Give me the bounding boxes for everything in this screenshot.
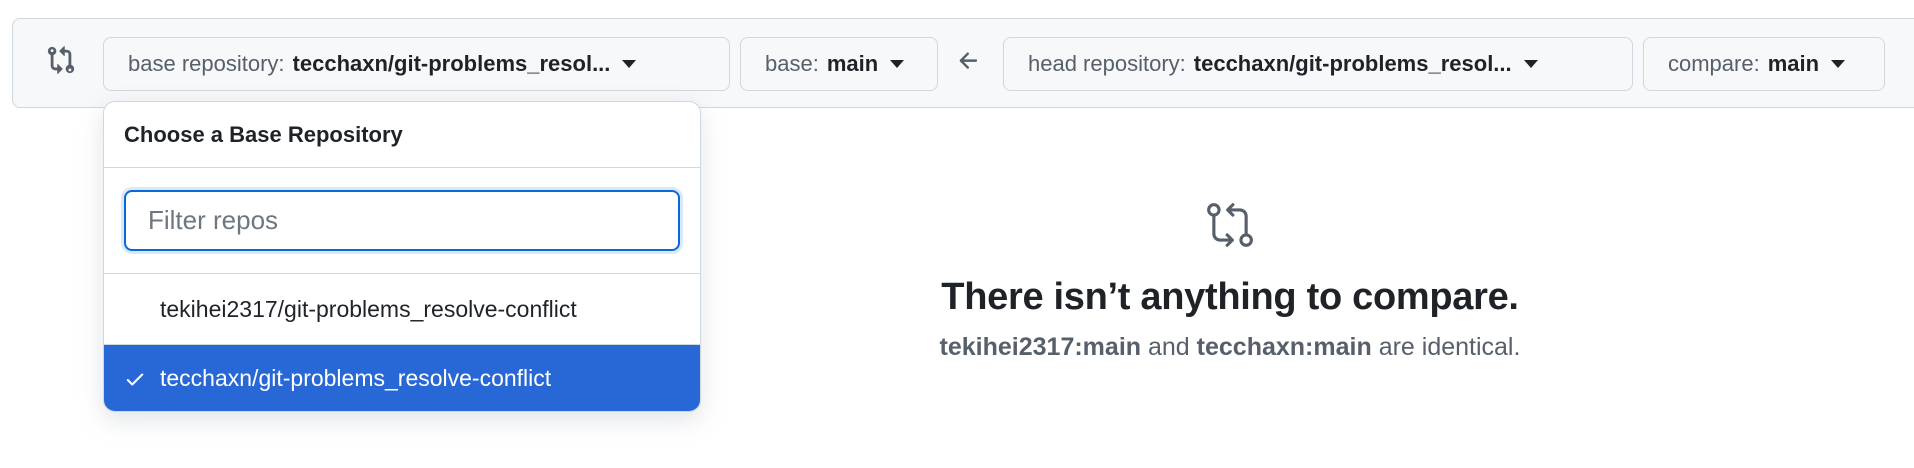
menu-item-repo-selected[interactable]: tecchaxn/git-problems_resolve-conflict: [104, 344, 700, 411]
blankslate: There isn’t anything to compare. tekihei…: [850, 200, 1610, 362]
suffix-text: are identical.: [1378, 333, 1521, 361]
base-branch-prefix: base:: [765, 51, 819, 76]
connector-text: and: [1148, 333, 1190, 361]
arrow-left-icon: [959, 52, 978, 69]
git-compare-icon: [47, 46, 75, 74]
base-branch-value: main: [826, 51, 879, 76]
menu-item-label: tekihei2317/git-problems_resolve-conflic…: [160, 295, 577, 322]
blankslate-description: tekihei2317:main and tecchaxn:main are i…: [850, 333, 1610, 362]
caret-down-icon: [1523, 60, 1538, 68]
compare-branch-prefix: compare:: [1668, 51, 1760, 76]
menu-item-repo[interactable]: tekihei2317/git-problems_resolve-conflic…: [104, 274, 700, 344]
head-repository-value: tecchaxn/git-problems_resol...: [1193, 51, 1512, 76]
head-repository-button[interactable]: head repository: tecchaxn/git-problems_r…: [1003, 37, 1633, 91]
filter-repos-input[interactable]: [124, 190, 680, 251]
base-repository-prefix: base repository:: [128, 51, 285, 76]
blankslate-heading: There isn’t anything to compare.: [941, 276, 1519, 318]
menu-title: Choose a Base Repository: [104, 102, 700, 168]
base-ref: tekihei2317:main: [939, 333, 1142, 361]
compare-branch-button[interactable]: compare: main: [1643, 37, 1885, 91]
compare-branch-value: main: [1767, 51, 1820, 76]
git-compare-icon: [1207, 203, 1253, 247]
caret-down-icon: [622, 60, 637, 68]
caret-down-icon: [890, 60, 905, 68]
head-repository-prefix: head repository:: [1028, 51, 1186, 76]
base-repository-button[interactable]: base repository: tecchaxn/git-problems_r…: [103, 37, 730, 91]
base-repository-menu: Choose a Base Repository tekihei2317/git…: [103, 101, 701, 412]
base-branch-button[interactable]: base: main: [740, 37, 938, 91]
head-ref: tecchaxn:main: [1196, 333, 1372, 361]
menu-filter-section: [104, 168, 700, 274]
base-repository-value: tecchaxn/git-problems_resol...: [292, 51, 611, 76]
caret-down-icon: [1831, 60, 1846, 68]
menu-item-label: tecchaxn/git-problems_resolve-conflict: [160, 365, 552, 391]
check-icon: [124, 368, 160, 390]
